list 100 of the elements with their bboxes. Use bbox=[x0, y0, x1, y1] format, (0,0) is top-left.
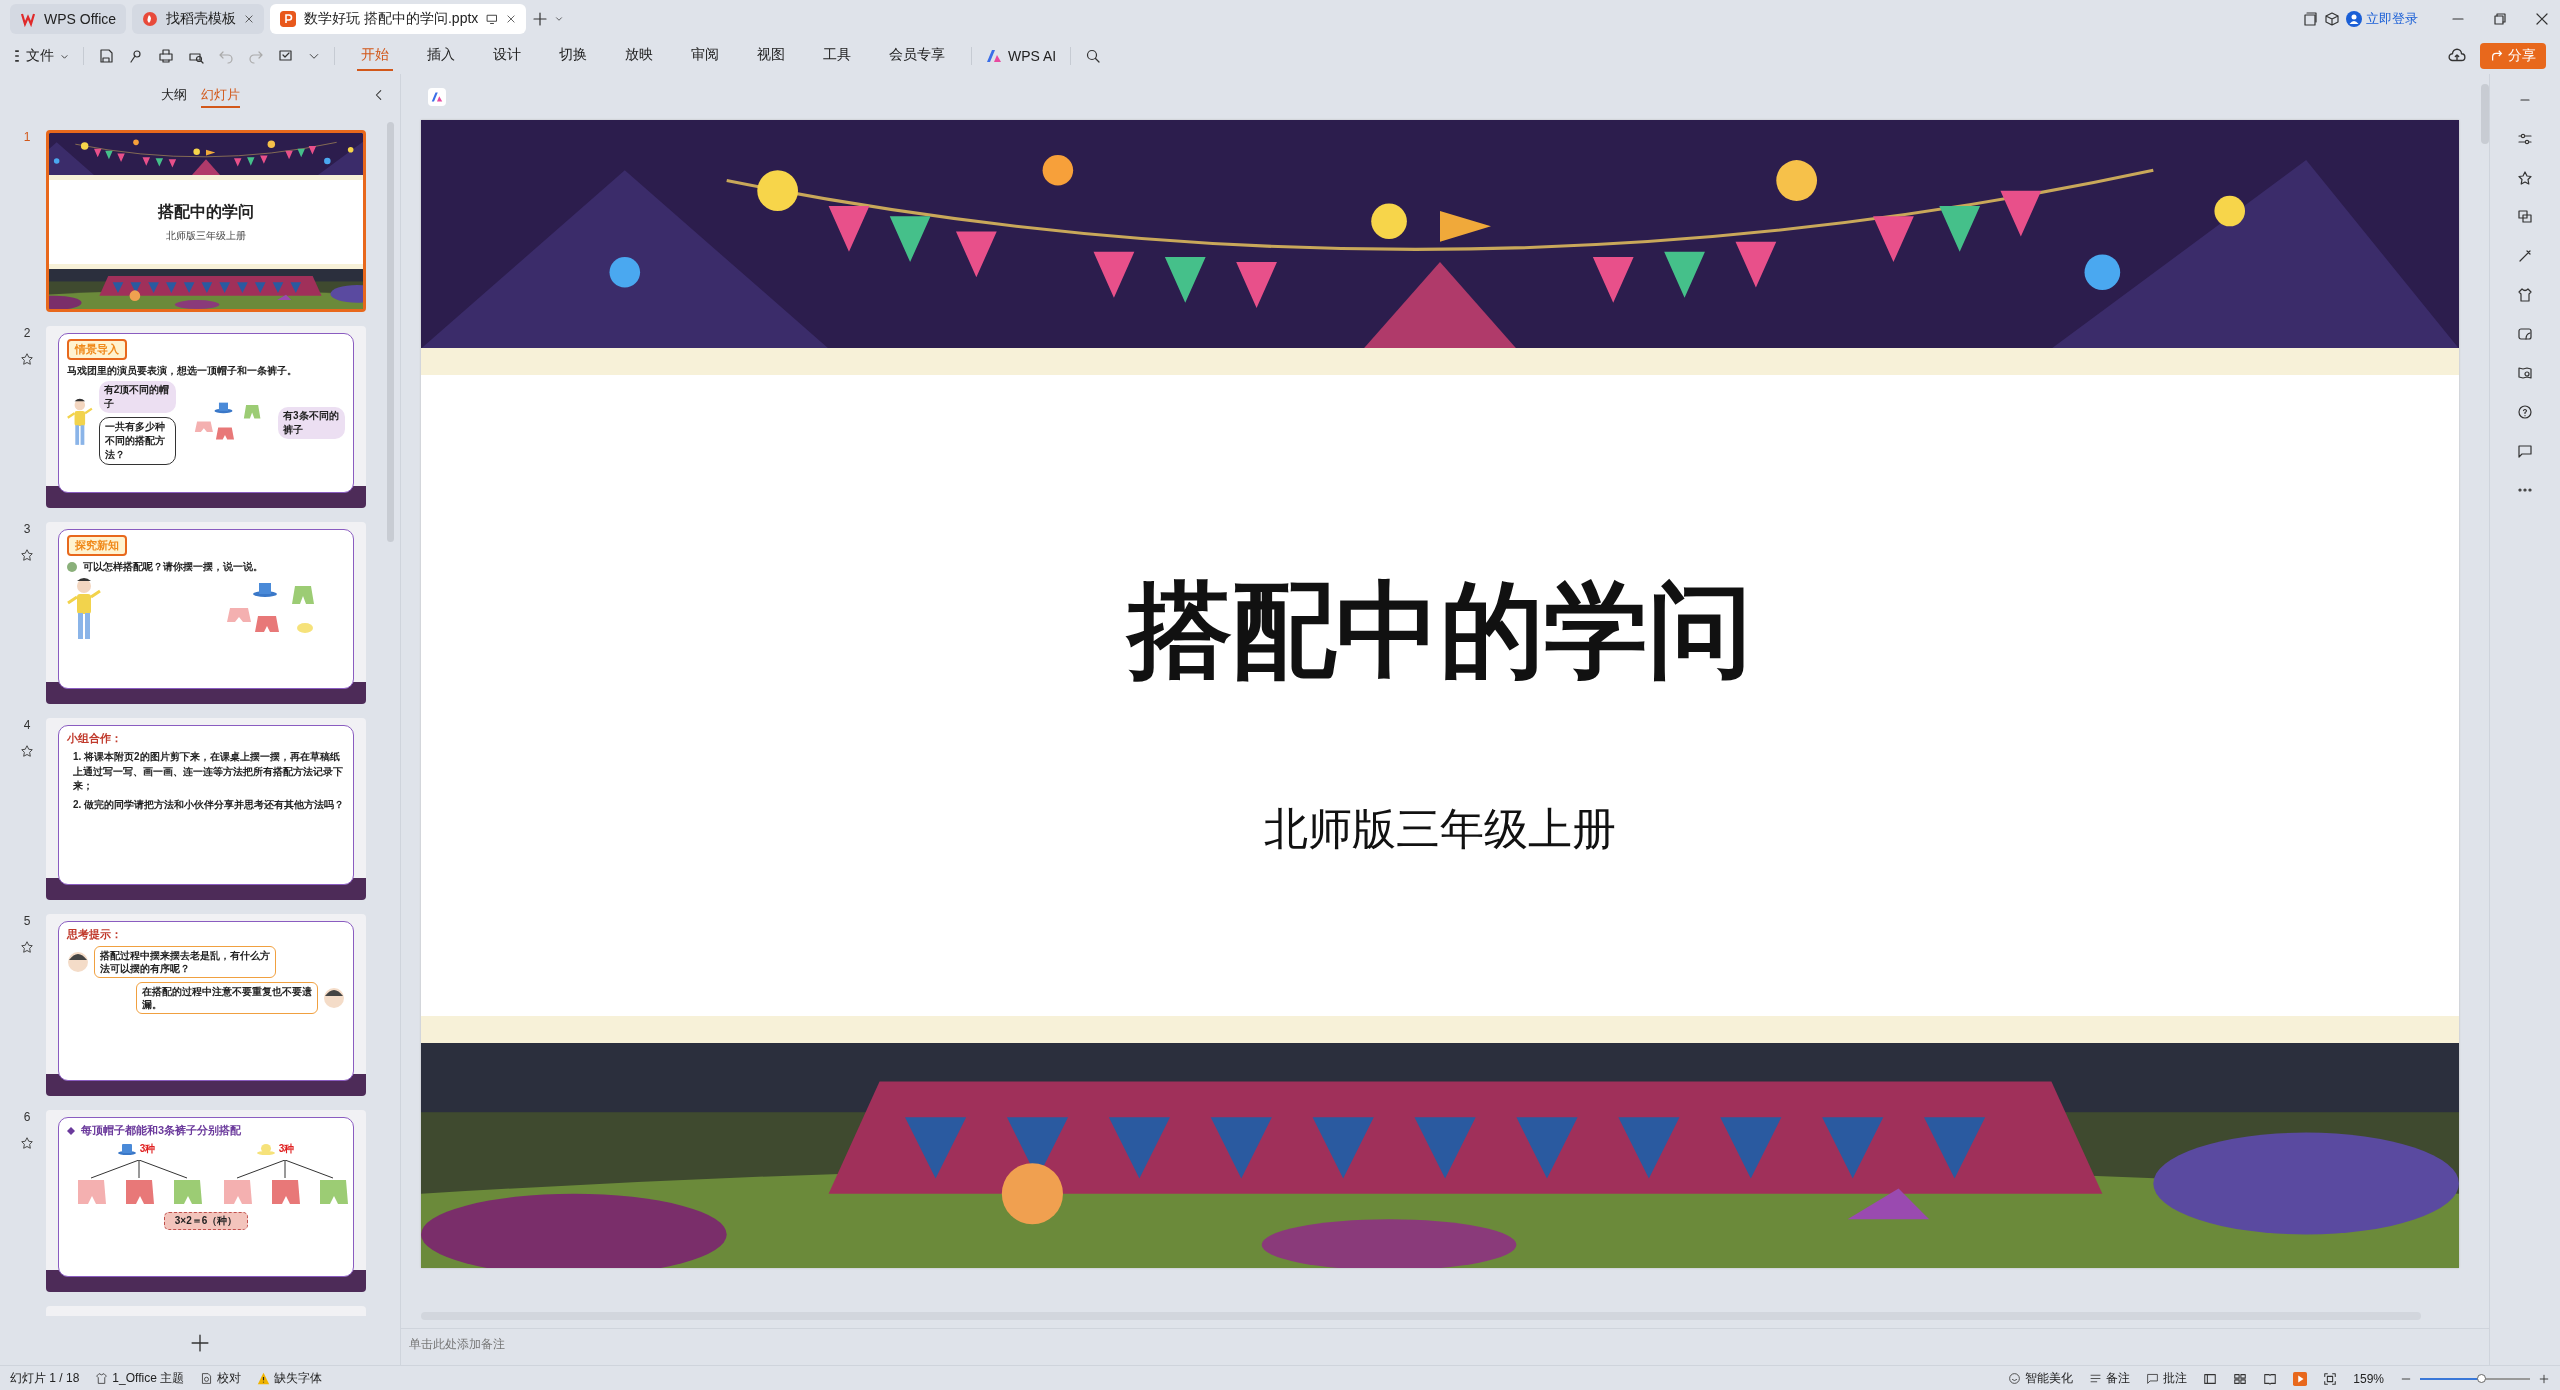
file-menu[interactable]: 文件 bbox=[14, 47, 69, 65]
missing-fonts-button[interactable]: 缺失字体 bbox=[257, 1370, 323, 1387]
zoom-level[interactable]: 159% bbox=[2353, 1371, 2384, 1386]
share-icon bbox=[2490, 49, 2504, 63]
ai-assist-button[interactable] bbox=[428, 88, 446, 106]
reading-view-icon[interactable] bbox=[2263, 1371, 2278, 1386]
count-label: 3种 bbox=[278, 1142, 295, 1156]
login-link[interactable]: 立即登录 bbox=[2346, 10, 2418, 28]
slide-thumbnail[interactable]: 搭配中的学问 北师版三年级上册 bbox=[46, 130, 366, 312]
slide-number: 5 bbox=[23, 914, 31, 928]
slide-thumbnail[interactable]: 情景导入 马戏团里的演员要表演，想选一顶帽子和一条裤子。 有2顶不同的帽子 一共有多少种不同的搭配方法？ 有3条不同的裤子 bbox=[46, 326, 366, 508]
format-painter-icon[interactable] bbox=[278, 48, 294, 64]
search-icon[interactable] bbox=[1085, 48, 1102, 64]
cube-icon[interactable] bbox=[2324, 11, 2340, 27]
comments-button[interactable]: 批注 bbox=[2146, 1370, 2188, 1387]
formula-label: 3×2＝6（种） bbox=[163, 1212, 249, 1230]
fit-icon[interactable] bbox=[2323, 1371, 2338, 1386]
notes-field[interactable]: 单击此处添加备注 bbox=[407, 1336, 711, 1352]
ribbon-tab[interactable]: 切换 bbox=[555, 41, 591, 71]
ai-logo-icon bbox=[431, 91, 443, 103]
slider-thumb[interactable] bbox=[2476, 1373, 2486, 1383]
play-icon[interactable] bbox=[2293, 1371, 2308, 1386]
ribbon-tab[interactable]: 工具 bbox=[819, 41, 855, 71]
ribbon-tab[interactable]: 放映 bbox=[621, 41, 657, 71]
window-icon[interactable] bbox=[2302, 11, 2318, 27]
slide-thumbnail[interactable]: 每顶帽子都能和3条裤子分别搭配 3种 3种 3×2＝6（种） bbox=[46, 1110, 366, 1292]
view-tab[interactable]: 大纲 bbox=[160, 84, 187, 108]
menu-icon bbox=[14, 50, 20, 62]
star-icon[interactable] bbox=[2517, 170, 2533, 186]
slide-heading: 每顶帽子都能和3条裤子分别搭配 bbox=[81, 1123, 242, 1138]
slide-number: 2 bbox=[23, 326, 31, 340]
slide-number: 4 bbox=[23, 718, 31, 732]
slide-thumbnail[interactable]: 思考提示： 搭配过程中摆来摆去老是乱，有什么方法可以摆的有序呢？ 在搭配的过程中注意不要重复也不要遗漏。 bbox=[46, 914, 366, 1096]
beautify-button[interactable]: 智能美化 bbox=[2008, 1370, 2074, 1387]
flame-icon bbox=[142, 11, 159, 27]
normal-view-icon[interactable] bbox=[2203, 1371, 2218, 1386]
hat-icon bbox=[117, 1143, 136, 1155]
slides-file-icon bbox=[280, 11, 297, 27]
restore-icon[interactable] bbox=[2492, 11, 2508, 27]
slide-text: 2. 做完的同学请把方法和小伙伴分享并思考还有其他方法吗？ bbox=[72, 797, 345, 812]
notes-button[interactable]: 备注 bbox=[2089, 1370, 2131, 1387]
slide-count: 幻灯片 1 / 18 bbox=[10, 1370, 80, 1387]
user-icon bbox=[2346, 11, 2362, 27]
speech-bubble: 有3条不同的裤子 bbox=[278, 407, 345, 439]
ribbon-tab[interactable]: 设计 bbox=[489, 41, 525, 71]
slide-title: 搭配中的学问 bbox=[158, 201, 254, 222]
add-slide-icon[interactable] bbox=[191, 1334, 209, 1352]
document-tab[interactable]: 找稻壳模板 bbox=[132, 4, 265, 34]
theme-button[interactable]: 1_Office 主题 bbox=[95, 1370, 185, 1387]
comment-icon bbox=[2146, 1372, 2160, 1385]
slide-subtitle: 北师版三年级上册 bbox=[1264, 804, 1616, 856]
speech-bubble: 在搭配的过程中注意不要重复也不要遗漏。 bbox=[136, 982, 318, 1014]
avatar-icon bbox=[323, 987, 345, 1009]
diamond-icon bbox=[67, 1126, 75, 1135]
slide-text: 可以怎样搭配呢？请你摆一摆，说一说。 bbox=[83, 560, 263, 573]
sliders-icon[interactable] bbox=[2517, 131, 2533, 147]
slide-subtitle: 北师版三年级上册 bbox=[166, 228, 246, 243]
avatar-icon bbox=[67, 951, 89, 973]
slide-number: 3 bbox=[23, 522, 31, 536]
slide-thumbnail[interactable]: 小组合作： 1. 将课本附页2的图片剪下来，在课桌上摆一摆，再在草稿纸上通过写一写、画一画、连一连等方法把所有搭配方法记录下来； 2. 做完的同学请把方法和小伙伴分享并思考还有其他方法吗？ bbox=[46, 718, 366, 900]
close-icon[interactable] bbox=[244, 14, 255, 24]
ribbon-tab[interactable]: 插入 bbox=[423, 41, 459, 71]
grid-view-icon[interactable] bbox=[2233, 1371, 2248, 1386]
speech-bubble: 有2顶不同的帽子 bbox=[98, 381, 176, 413]
shirt-icon[interactable] bbox=[2517, 287, 2533, 303]
slide-heading: 思考提示： bbox=[67, 927, 123, 942]
smile-icon bbox=[2008, 1372, 2022, 1385]
wand-icon[interactable] bbox=[2517, 248, 2533, 264]
document-tab[interactable]: 数学好玩 搭配中的学问.pptx bbox=[270, 4, 527, 34]
close-icon[interactable] bbox=[506, 14, 517, 24]
logo-icon bbox=[20, 11, 36, 27]
print-icon[interactable] bbox=[158, 48, 174, 64]
bullet-icon bbox=[67, 561, 77, 572]
speech-bubble: 搭配过程中摆来摆去老是乱，有什么方法可以摆的有序呢？ bbox=[94, 946, 276, 978]
close-icon[interactable] bbox=[2534, 11, 2550, 27]
document-tab[interactable]: WPS Office bbox=[10, 4, 127, 34]
comment-icon[interactable] bbox=[2517, 443, 2533, 459]
caret-icon[interactable] bbox=[554, 14, 565, 24]
hat-icon bbox=[256, 1143, 275, 1155]
monitor-icon bbox=[486, 13, 499, 25]
ribbon-tab[interactable]: 会员专享 bbox=[885, 41, 949, 71]
save-icon[interactable] bbox=[98, 48, 114, 64]
map-search-icon[interactable] bbox=[2517, 365, 2533, 381]
ribbon-tab[interactable]: 视图 bbox=[753, 41, 789, 71]
ribbon-tab[interactable]: 审阅 bbox=[687, 41, 723, 71]
slide-number: 6 bbox=[23, 1110, 31, 1124]
section-badge: 探究新知 bbox=[67, 535, 127, 556]
help-icon[interactable] bbox=[2517, 404, 2533, 420]
slide-thumbnail[interactable]: 探究新知 可以怎样搭配呢？请你摆一摆，说一说。 bbox=[46, 522, 366, 704]
speech-bubble: 一共有多少种不同的搭配方法？ bbox=[98, 417, 176, 465]
zoom-slider[interactable] bbox=[2420, 1377, 2530, 1380]
ai-logo-icon bbox=[986, 49, 1002, 63]
plus-icon[interactable] bbox=[532, 11, 549, 27]
copy-icon[interactable] bbox=[2517, 209, 2533, 225]
document-search-icon bbox=[200, 1372, 214, 1385]
zoom-in-icon[interactable] bbox=[2538, 1372, 2550, 1385]
slide-number: 1 bbox=[23, 130, 31, 144]
shirt-icon bbox=[95, 1372, 109, 1385]
proofing-button[interactable]: 校对 bbox=[200, 1370, 242, 1387]
ai-button[interactable]: WPS AI bbox=[986, 48, 1057, 64]
